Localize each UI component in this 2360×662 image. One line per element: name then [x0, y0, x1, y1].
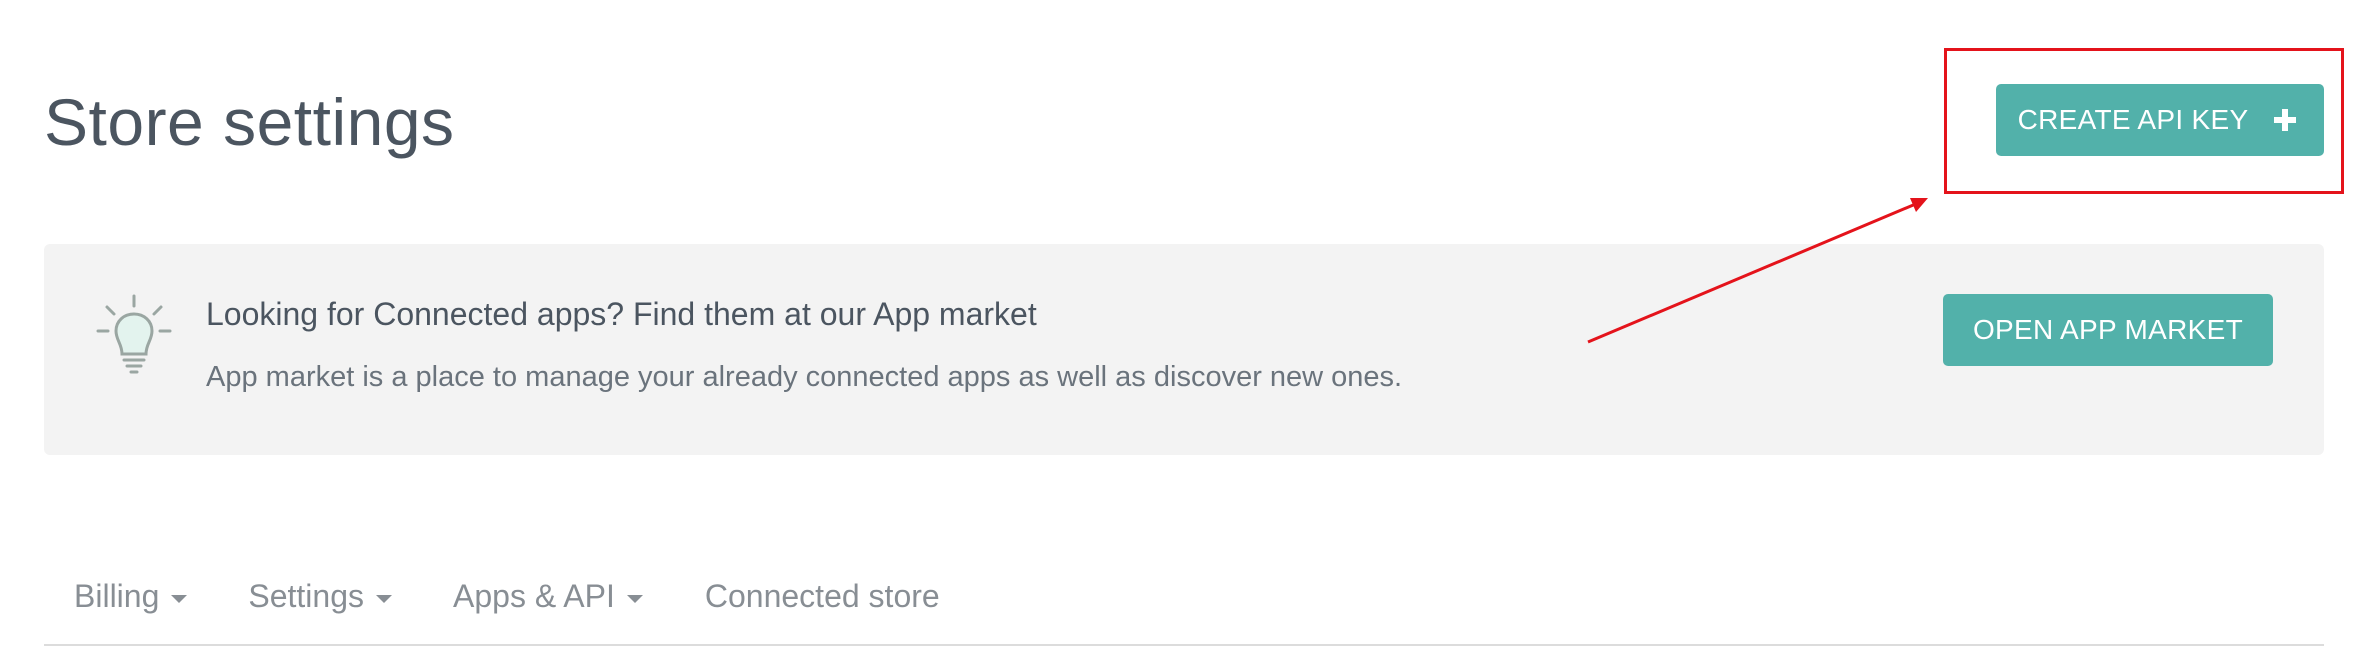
tab-settings[interactable]: Settings [248, 570, 392, 615]
settings-tabs: Billing Settings Apps & API Connected st… [44, 570, 2324, 646]
tab-billing[interactable]: Billing [74, 570, 188, 615]
annotation-highlight-box [1944, 48, 2344, 194]
tab-billing-label: Billing [74, 578, 160, 614]
banner-heading: Looking for Connected apps? Find them at… [206, 296, 1037, 332]
tab-apps-api[interactable]: Apps & API [453, 570, 643, 615]
store-settings-page: Store settings CREATE API KEY Looking fo… [0, 0, 2360, 662]
lightbulb-icon [96, 294, 172, 374]
tab-connected-store-label: Connected store [704, 578, 940, 614]
page-title: Store settings [44, 85, 455, 159]
tab-apps-api-label: Apps & API [453, 578, 615, 614]
tab-connected-store[interactable]: Connected store [705, 570, 940, 615]
app-market-banner: Looking for Connected apps? Find them at… [44, 244, 2324, 455]
caret-down-icon [626, 594, 643, 603]
tab-settings-label: Settings [248, 578, 364, 614]
open-app-market-button[interactable]: OPEN APP MARKET [1943, 294, 2273, 366]
banner-description: App market is a place to manage your alr… [206, 361, 1403, 393]
caret-down-icon [171, 594, 188, 603]
caret-down-icon [376, 594, 392, 603]
